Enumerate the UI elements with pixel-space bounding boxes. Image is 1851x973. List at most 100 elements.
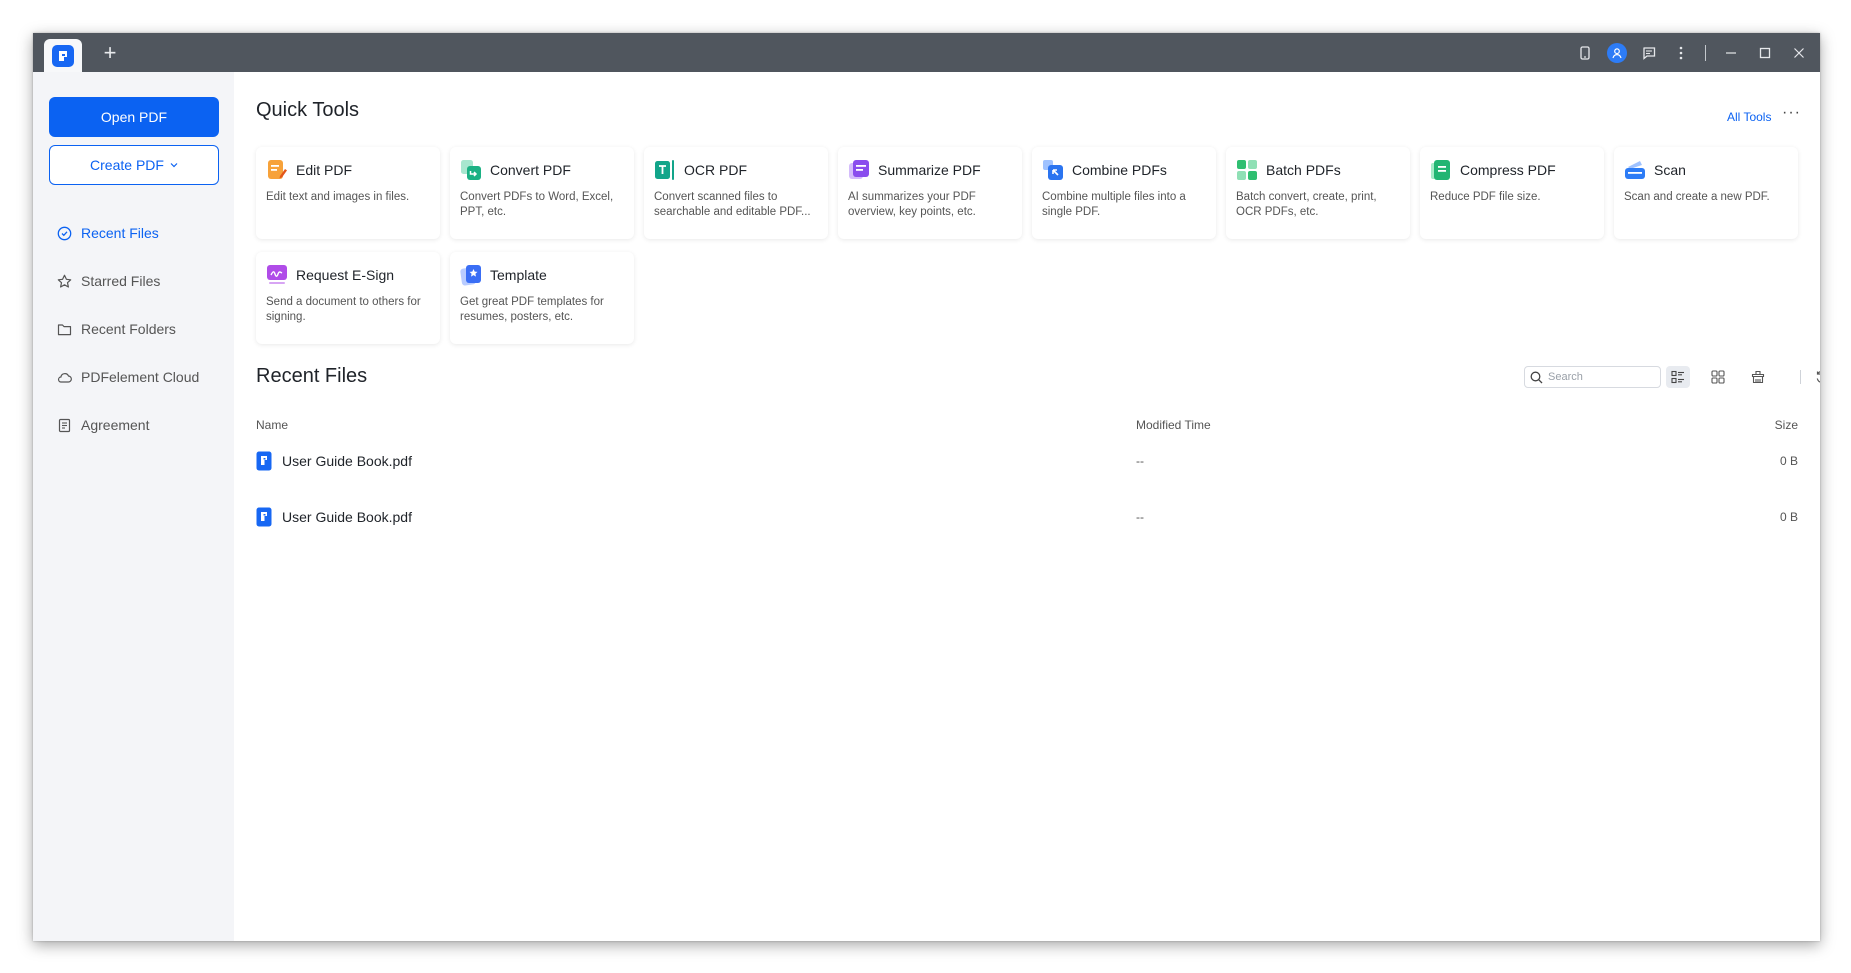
maximize-icon[interactable] [1748, 33, 1782, 72]
summarize-pdf-icon [849, 160, 869, 179]
tool-card-batch-pdfs[interactable]: Batch PDFs Batch convert, create, print,… [1226, 147, 1410, 239]
tool-name: Edit PDF [296, 162, 353, 178]
file-name: User Guide Book.pdf [282, 509, 412, 525]
tool-card-summarize-pdf[interactable]: Summarize PDF AI summarizes your PDF ove… [838, 147, 1022, 239]
folder-icon [57, 323, 72, 335]
minimize-icon[interactable] [1714, 33, 1748, 72]
sidebar-item-label: Agreement [81, 417, 150, 433]
toolbar-divider [1800, 370, 1801, 384]
file-size: 0 B [1779, 454, 1798, 468]
title-bar: + [33, 33, 1820, 72]
tool-card-convert-pdf[interactable]: Convert PDF Convert PDFs to Word, Excel,… [450, 147, 634, 239]
tool-description: Combine multiple files into a single PDF… [1042, 191, 1186, 218]
refresh-icon [1816, 371, 1820, 383]
tool-card-compress-pdf[interactable]: Compress PDF Reduce PDF file size. [1420, 147, 1604, 239]
column-header-modified-time[interactable]: Modified Time [1136, 418, 1211, 432]
create-pdf-button[interactable]: Create PDF [49, 145, 219, 185]
list-view-icon [1671, 370, 1684, 384]
sidebar-item-starred-files[interactable]: Starred Files [57, 257, 227, 305]
tool-card-combine-pdfs[interactable]: Combine PDFs Combine multiple files into… [1032, 147, 1216, 239]
clock-icon [57, 226, 72, 240]
convert-pdf-icon [461, 160, 481, 180]
batch-pdfs-icon [1237, 160, 1257, 180]
sidebar-item-recent-files[interactable]: Recent Files [57, 209, 227, 257]
request-e-sign-icon [267, 265, 287, 284]
tool-description: Edit text and images in files. [266, 191, 410, 203]
refresh-button[interactable] [1810, 366, 1820, 388]
tool-description: AI summarizes your PDF overview, key poi… [848, 191, 976, 218]
home-tab[interactable] [44, 39, 82, 72]
tool-name: Convert PDF [490, 162, 571, 178]
all-tools-link[interactable]: All Tools [1727, 110, 1771, 124]
search-input[interactable] [1548, 371, 1653, 383]
chevron-down-icon [170, 163, 178, 168]
tool-card-template[interactable]: Template Get great PDF templates for res… [450, 252, 634, 344]
file-modified-time: -- [1136, 454, 1144, 468]
sidebar-item-label: Starred Files [81, 273, 161, 289]
tool-description: Get great PDF templates for resumes, pos… [460, 296, 604, 323]
table-row[interactable]: User Guide Book.pdf -- 0 B [256, 437, 1798, 485]
file-name: User Guide Book.pdf [282, 453, 412, 469]
grid-view-icon [1711, 370, 1725, 384]
tool-card-request-e-sign[interactable]: Request E-Sign Send a document to others… [256, 252, 440, 344]
grid-view-button[interactable] [1706, 366, 1730, 388]
pdf-file-icon [256, 507, 272, 527]
close-icon[interactable] [1782, 33, 1816, 72]
column-header-name[interactable]: Name [256, 418, 288, 432]
open-pdf-button[interactable]: Open PDF [49, 97, 219, 137]
tool-description: Send a document to others for signing. [266, 296, 421, 323]
account-avatar-icon[interactable] [1601, 33, 1633, 72]
quick-tools-grid: Edit PDF Edit text and images in files. … [256, 147, 1798, 344]
quick-tools-more-icon[interactable]: ··· [1782, 104, 1801, 122]
sidebar-item-agreement[interactable]: Agreement [57, 401, 227, 449]
compress-pdf-icon [1431, 160, 1450, 180]
search-icon [1530, 371, 1543, 383]
recent-files-title: Recent Files [256, 365, 368, 387]
tool-name: OCR PDF [684, 162, 747, 178]
pdfelement-logo-icon [52, 44, 74, 67]
tool-name: Batch PDFs [1266, 162, 1341, 178]
star-icon [57, 274, 72, 288]
tool-name: Scan [1654, 162, 1686, 178]
tool-card-scan[interactable]: Scan Scan and create a new PDF. [1614, 147, 1798, 239]
main-content: Quick Tools All Tools ··· Edit PDF Edit … [234, 72, 1820, 941]
more-vertical-icon[interactable] [1665, 33, 1697, 72]
sidebar-nav: Recent Files Starred Files Recent Folder… [57, 209, 227, 449]
sidebar: Open PDF Create PDF Recent Files Starred… [33, 72, 234, 941]
sidebar-item-label: PDFelement Cloud [81, 369, 200, 385]
cloud-icon [57, 372, 72, 383]
create-pdf-label: Create PDF [90, 157, 164, 173]
device-icon[interactable] [1569, 33, 1601, 72]
feedback-icon[interactable] [1633, 33, 1665, 72]
template-icon [460, 265, 481, 286]
ocr-pdf-icon [655, 160, 674, 180]
quick-tools-title: Quick Tools [256, 99, 360, 121]
tool-card-edit-pdf[interactable]: Edit PDF Edit text and images in files. [256, 147, 440, 239]
scan-icon [1625, 161, 1645, 179]
tool-name: Combine PDFs [1072, 162, 1167, 178]
file-modified-time: -- [1136, 510, 1144, 524]
new-tab-plus-icon[interactable]: + [97, 40, 123, 66]
tool-name: Compress PDF [1460, 162, 1556, 178]
column-header-size[interactable]: Size [1775, 418, 1798, 432]
combine-pdfs-icon [1043, 160, 1063, 180]
clean-icon [1751, 370, 1765, 384]
sidebar-item-recent-folders[interactable]: Recent Folders [57, 305, 227, 353]
tool-description: Scan and create a new PDF. [1624, 191, 1770, 203]
pdf-file-icon [256, 451, 272, 471]
app-window: + Open PDF Create PDF Recent Files Starr… [33, 33, 1820, 941]
sidebar-item-pdfelement-cloud[interactable]: PDFelement Cloud [57, 353, 227, 401]
tool-description: Reduce PDF file size. [1430, 191, 1541, 203]
tool-description: Convert PDFs to Word, Excel, PPT, etc. [460, 191, 614, 218]
table-row[interactable]: User Guide Book.pdf -- 0 B [256, 493, 1798, 541]
tool-name: Template [490, 267, 547, 283]
search-box[interactable] [1524, 366, 1661, 388]
tool-card-ocr-pdf[interactable]: OCR PDF Convert scanned files to searcha… [644, 147, 828, 239]
titlebar-divider [1705, 44, 1706, 61]
document-icon [58, 418, 71, 432]
tool-description: Batch convert, create, print, OCR PDFs, … [1236, 191, 1377, 218]
clear-list-button[interactable] [1746, 366, 1770, 388]
tool-name: Summarize PDF [878, 162, 981, 178]
list-view-button[interactable] [1666, 366, 1690, 388]
tool-name: Request E-Sign [296, 267, 395, 283]
